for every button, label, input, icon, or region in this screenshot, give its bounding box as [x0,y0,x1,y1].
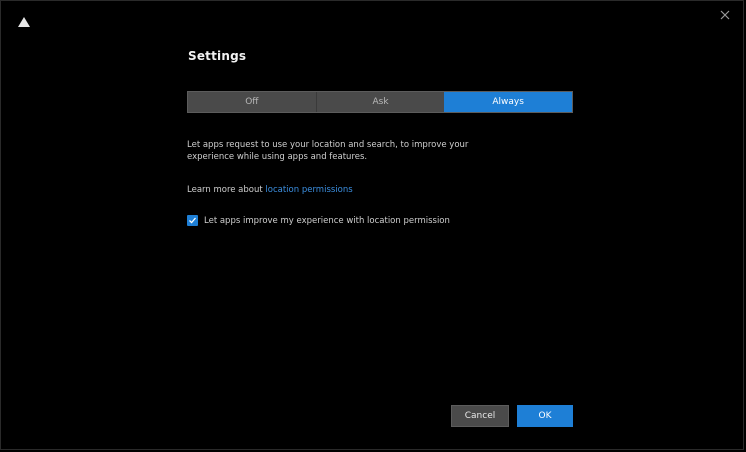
learn-more-prefix: Learn more about [187,185,263,195]
app-logo-icon [17,13,31,27]
settings-panel: Settings Off Ask Always Let apps request… [187,49,575,226]
permission-checkbox-label: Let apps improve my experience with loca… [204,215,450,226]
page-title: Settings [188,49,247,63]
permission-checkbox-row[interactable]: Let apps improve my experience with loca… [187,215,575,226]
checkmark-icon [189,217,196,224]
mode-option-ask[interactable]: Ask [315,92,445,112]
dialog-footer: Cancel OK [451,405,573,427]
close-icon[interactable] [717,7,733,23]
learn-more-link[interactable]: location permissions [265,185,352,195]
permission-checkbox[interactable] [187,215,198,226]
ok-button[interactable]: OK [517,405,573,427]
mode-option-always[interactable]: Always [444,92,573,112]
mode-selector: Off Ask Always [187,91,573,113]
cancel-button[interactable]: Cancel [451,405,509,427]
description-text: Let apps request to use your location an… [187,140,469,162]
mode-option-off[interactable]: Off [188,92,316,112]
dialog-window: Settings Off Ask Always Let apps request… [0,0,744,450]
learn-more-line: Learn more about location permissions [187,185,575,195]
